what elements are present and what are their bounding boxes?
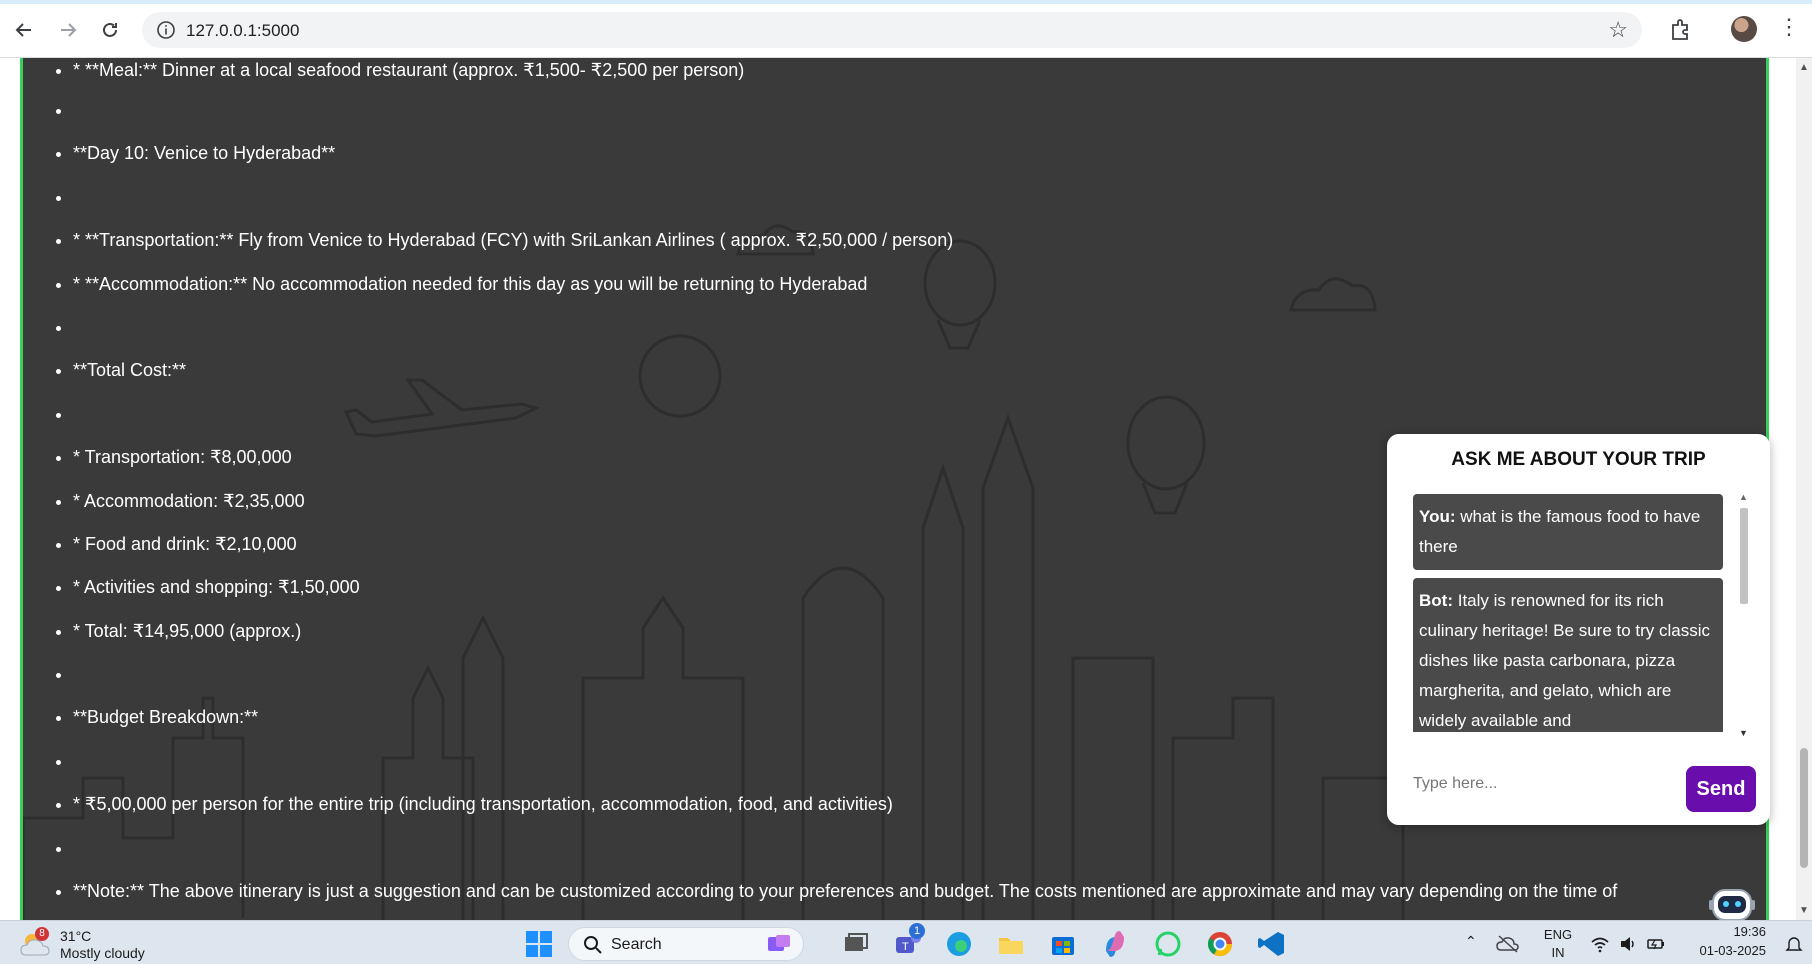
user-message: You: what is the famous food to have the… — [1413, 494, 1723, 570]
itinerary-line — [73, 312, 1766, 355]
temperature-text: 31°C — [60, 928, 92, 944]
scroll-down-arrow-icon[interactable]: ▼ — [1799, 905, 1809, 916]
itinerary-line: **Note:** The above itinerary is just a … — [73, 876, 1766, 919]
url-text[interactable]: 127.0.0.1:5000 — [186, 21, 299, 41]
task-view-icon[interactable] — [841, 929, 871, 959]
itinerary-line — [73, 833, 1766, 876]
chat-messages[interactable]: You: what is the famous food to have the… — [1413, 494, 1723, 732]
send-button[interactable]: Send — [1686, 766, 1756, 812]
search-icon — [584, 936, 602, 954]
itinerary-line: * **Meal:** Dinner at a local seafood re… — [73, 58, 1766, 95]
weather-widget[interactable]: 8 31°C Mostly cloudy — [20, 927, 180, 961]
clock-time[interactable]: 19:36 — [1686, 924, 1766, 939]
vscode-icon[interactable] — [1257, 929, 1287, 959]
message-sender: You: — [1419, 507, 1456, 526]
itinerary-line: * **Accommodation:** No accommodation ne… — [73, 269, 1766, 312]
windows-start-icon[interactable] — [524, 929, 554, 959]
clock-date[interactable]: 01-03-2025 — [1686, 943, 1767, 958]
notification-bell-icon[interactable] — [1784, 934, 1804, 954]
whatsapp-icon[interactable] — [1153, 929, 1183, 959]
svg-text:T: T — [902, 941, 909, 953]
widgets-icon[interactable] — [764, 929, 794, 959]
message-text: Italy is renowned for its rich culinary … — [1419, 591, 1711, 730]
kebab-menu-icon[interactable]: ⋮ — [1778, 14, 1800, 40]
itinerary-line — [73, 182, 1766, 225]
language-indicator-top[interactable]: ENG — [1542, 927, 1574, 942]
reload-icon[interactable] — [96, 16, 124, 44]
weather-condition-text: Mostly cloudy — [60, 945, 145, 961]
chat-scrollbar[interactable]: ▲ ▼ — [1737, 492, 1751, 738]
wifi-icon[interactable] — [1590, 934, 1610, 954]
chat-scrollbar-thumb[interactable] — [1740, 508, 1748, 604]
trip-chat-widget: ASK ME ABOUT YOUR TRIP You: what is the … — [1387, 434, 1770, 825]
file-explorer-icon[interactable] — [996, 929, 1026, 959]
itinerary-line: **Day 10: Venice to Hyderabad** — [73, 138, 1766, 181]
address-bar[interactable]: 127.0.0.1:5000 ☆ — [142, 12, 1642, 48]
message-text: what is the famous food to have there — [1419, 507, 1701, 556]
chat-title: ASK ME ABOUT YOUR TRIP — [1451, 449, 1706, 470]
page-scrollbar[interactable]: ▲ ▼ — [1796, 58, 1812, 920]
edge-browser-icon[interactable] — [944, 929, 974, 959]
itinerary-line: * **Transportation:** Fly from Venice to… — [73, 225, 1766, 268]
onedrive-offline-icon[interactable] — [1496, 932, 1520, 956]
profile-avatar[interactable] — [1731, 16, 1757, 42]
chat-scroll-down-icon[interactable]: ▼ — [1739, 728, 1748, 738]
copilot-icon[interactable] — [1100, 929, 1130, 959]
chatbot-robot-icon[interactable] — [1705, 882, 1759, 920]
chat-input[interactable] — [1413, 769, 1653, 799]
site-info-icon[interactable] — [156, 20, 176, 40]
battery-icon[interactable] — [1646, 934, 1666, 954]
back-arrow-icon[interactable] — [10, 16, 38, 44]
extensions-icon[interactable] — [1668, 16, 1694, 42]
forward-arrow-icon[interactable] — [54, 16, 82, 44]
teams-badge: 1 — [909, 923, 925, 939]
chat-scroll-up-icon[interactable]: ▲ — [1739, 492, 1748, 502]
message-sender: Bot: — [1419, 591, 1453, 610]
microsoft-store-icon[interactable] — [1048, 929, 1078, 959]
tab-strip-edge — [0, 0, 1812, 4]
search-label: Search — [611, 936, 662, 953]
itinerary-line — [73, 95, 1766, 138]
windows-taskbar: 8 31°C Mostly cloudy Search T 1 ⌃ ENG IN… — [0, 920, 1812, 964]
volume-icon[interactable] — [1618, 934, 1638, 954]
weather-badge: 8 — [35, 927, 49, 941]
bookmark-star-icon[interactable]: ☆ — [1608, 17, 1628, 43]
show-hidden-icons-icon[interactable]: ⌃ — [1465, 933, 1477, 950]
language-indicator-bottom[interactable]: IN — [1542, 945, 1574, 960]
scroll-up-arrow-icon[interactable]: ▲ — [1799, 62, 1809, 73]
browser-toolbar: 127.0.0.1:5000 ☆ ⋮ — [0, 0, 1812, 58]
chrome-icon[interactable] — [1205, 929, 1235, 959]
bot-message: Bot: Italy is renowned for its rich culi… — [1413, 578, 1723, 732]
page-scrollbar-thumb[interactable] — [1800, 748, 1808, 868]
itinerary-line: **Total Cost:** — [73, 355, 1766, 398]
